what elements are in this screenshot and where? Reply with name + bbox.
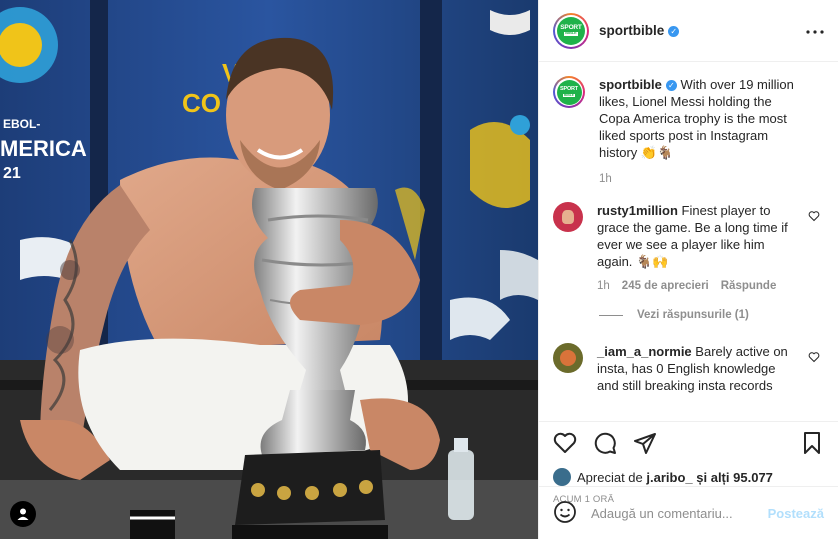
emoji-icon: [554, 500, 576, 523]
like-comment-button[interactable]: [808, 351, 820, 366]
caption-username[interactable]: sportbible: [599, 77, 662, 92]
bookmark-icon: [804, 431, 820, 454]
caption-emojis: 👏🐐: [640, 145, 674, 160]
sportbible-logo: SPORT BIBLE: [556, 79, 582, 105]
heart-icon: [553, 432, 577, 453]
caption-time[interactable]: 1h: [599, 171, 612, 188]
commenter-avatar[interactable]: [553, 202, 583, 232]
view-replies-button[interactable]: Vezi răspunsurile (1): [599, 309, 822, 321]
post-header: SPORT BIBLE sportbible ✓: [539, 0, 838, 62]
post-side-panel: SPORT BIBLE sportbible ✓ SPORT BIBLE spo…: [538, 0, 838, 539]
comment-item: _iam_a_normie Barely active on insta, ha…: [553, 343, 822, 394]
heart-icon: [808, 211, 820, 222]
post-modal: EBOL- MERICA 21 VA CO ATE.: [0, 0, 838, 539]
post-image: EBOL- MERICA 21 VA CO ATE.: [0, 0, 538, 539]
more-horizontal-icon: [806, 29, 824, 34]
author-username[interactable]: sportbible ✓: [599, 23, 680, 38]
heart-icon: [808, 352, 820, 363]
view-replies-label: Vezi răspunsurile (1): [637, 309, 749, 321]
replies-divider: [599, 314, 623, 316]
comments-list: SPORT BIBLE sportbible ✓ With over 19 mill…: [539, 62, 838, 421]
comment-emojis: 🐐🙌: [636, 254, 669, 269]
comment-icon: [594, 432, 616, 454]
comment-input[interactable]: [591, 505, 768, 521]
comment-username[interactable]: rusty1million: [597, 203, 678, 218]
send-icon: [634, 432, 656, 454]
save-button[interactable]: [800, 431, 824, 458]
comment-button[interactable]: [593, 431, 617, 458]
add-comment-bar: Postează: [539, 486, 838, 539]
svg-text:MERICA: MERICA: [0, 136, 87, 161]
verified-badge-icon: ✓: [668, 26, 680, 37]
author-avatar[interactable]: SPORT BIBLE: [553, 12, 589, 49]
sportbible-logo: SPORT BIBLE: [557, 16, 585, 45]
comment-item: rusty1million Finest player to grace the…: [553, 202, 822, 295]
share-button[interactable]: [633, 431, 657, 458]
caption-avatar[interactable]: SPORT BIBLE: [553, 76, 585, 108]
svg-text:21: 21: [3, 165, 21, 182]
verified-badge-icon: ✓: [665, 80, 677, 91]
like-button[interactable]: [553, 431, 577, 458]
post-comment-button[interactable]: Postează: [768, 506, 824, 521]
reply-button[interactable]: Răspunde: [721, 278, 777, 295]
emoji-button[interactable]: [553, 500, 577, 527]
liked-by-user[interactable]: j.aribo_: [646, 470, 692, 485]
more-options-button[interactable]: [806, 22, 824, 40]
comment-likes[interactable]: 245 de aprecieri: [622, 278, 709, 295]
tagged-users-button[interactable]: [10, 501, 36, 527]
svg-text:EBOL-: EBOL-: [3, 117, 40, 131]
comment-time[interactable]: 1h: [597, 278, 610, 295]
comment-username[interactable]: _iam_a_normie: [597, 344, 692, 359]
liker-avatar[interactable]: [553, 468, 571, 486]
like-comment-button[interactable]: [808, 210, 820, 225]
user-icon: [17, 508, 29, 520]
caption: SPORT BIBLE sportbible ✓ With over 19 mill…: [553, 76, 822, 188]
liked-by-others-label[interactable]: și alți: [696, 470, 729, 485]
likes-summary: Apreciat de j.aribo_ și alți 95.077: [553, 468, 824, 486]
liked-by-prefix: Apreciat de: [577, 469, 643, 485]
liked-by-count[interactable]: 95.077: [733, 470, 773, 485]
commenter-avatar[interactable]: [553, 343, 583, 373]
post-photo[interactable]: EBOL- MERICA 21 VA CO ATE.: [0, 0, 538, 539]
